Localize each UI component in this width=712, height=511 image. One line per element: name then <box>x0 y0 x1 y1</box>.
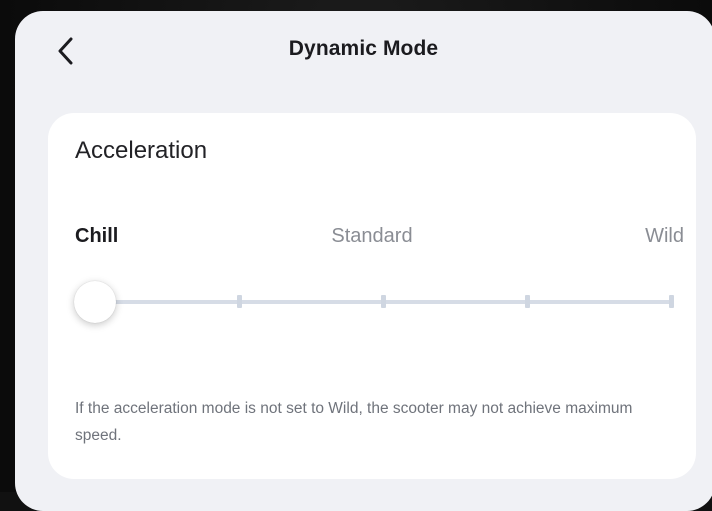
slider-tick <box>668 295 674 308</box>
slider-tick <box>236 295 242 308</box>
acceleration-card: Acceleration Chill Standard Wild If the … <box>48 113 696 479</box>
acceleration-note: If the acceleration mode is not set to W… <box>75 400 633 444</box>
card-title: Acceleration <box>75 137 208 164</box>
slider-tick <box>380 295 386 308</box>
acceleration-slider[interactable] <box>73 279 683 325</box>
app-screen: Dynamic Mode Acceleration Chill Standard… <box>15 11 712 511</box>
slider-thumb[interactable] <box>74 281 116 323</box>
level-label-standard[interactable]: Standard <box>48 225 696 248</box>
slider-tick <box>524 295 530 308</box>
navigation-bar: Dynamic Mode <box>15 11 712 91</box>
level-label-wild[interactable]: Wild <box>645 225 684 248</box>
page-title: Dynamic Mode <box>288 37 439 60</box>
